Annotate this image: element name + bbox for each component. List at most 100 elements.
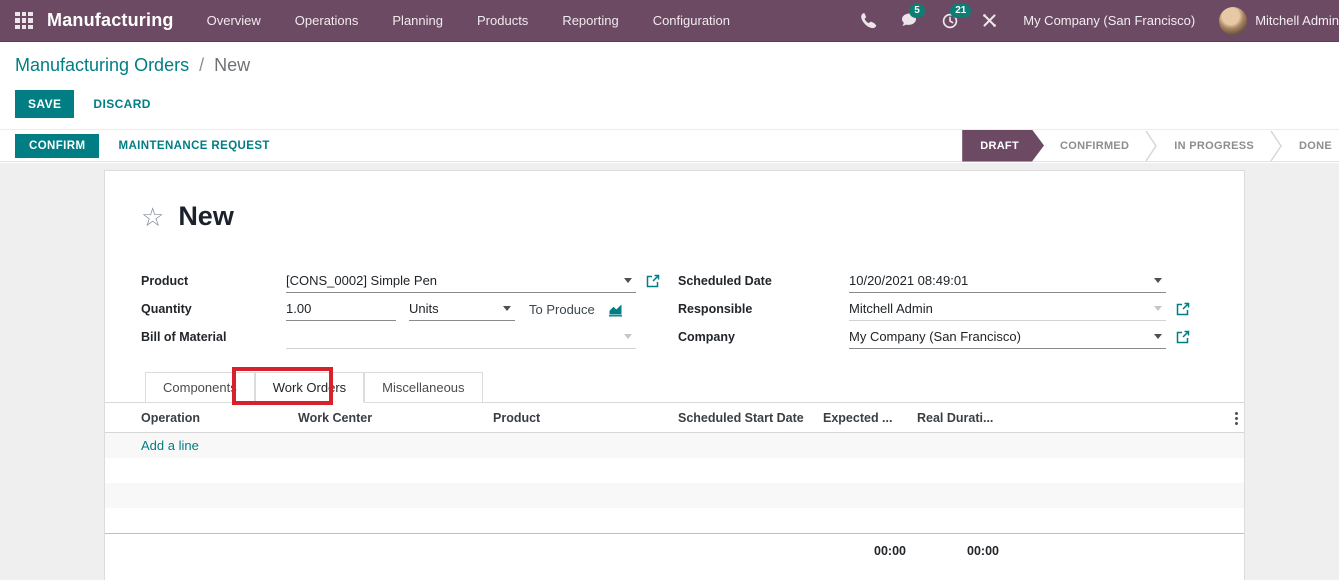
activities-clock-icon[interactable]: 21 xyxy=(930,0,970,42)
chevron-down-icon[interactable] xyxy=(503,306,511,311)
save-button[interactable]: SAVE xyxy=(15,90,74,118)
scheduled-date-row: Scheduled Date 10/20/2021 08:49:01 xyxy=(678,267,1223,295)
discard-button[interactable]: DISCARD xyxy=(93,97,150,111)
workorders-table-header: Operation Work Center Product Scheduled … xyxy=(105,404,1244,433)
chevron-down-icon[interactable] xyxy=(1154,278,1162,283)
form-right-column: Scheduled Date 10/20/2021 08:49:01 Respo… xyxy=(678,267,1223,351)
tab-components[interactable]: Components xyxy=(145,372,255,403)
content-area: ☆ New Product [CONS_0002] Simple Pen Qua… xyxy=(0,163,1339,580)
column-work-center[interactable]: Work Center xyxy=(298,411,372,425)
quantity-field[interactable]: 1.00 xyxy=(286,298,396,321)
tab-miscellaneous[interactable]: Miscellaneous xyxy=(364,372,482,403)
form-left-column: Product [CONS_0002] Simple Pen Quantity … xyxy=(141,267,661,351)
status-step-draft[interactable]: DRAFT xyxy=(962,130,1044,162)
company-external-link-icon[interactable] xyxy=(1176,330,1190,344)
product-row: Product [CONS_0002] Simple Pen xyxy=(141,267,661,295)
status-step-confirmed[interactable]: CONFIRMED xyxy=(1044,130,1145,162)
form-statusbar: CONFIRM MAINTENANCE REQUEST DRAFT CONFIR… xyxy=(0,129,1339,162)
responsible-value[interactable]: Mitchell Admin xyxy=(849,301,1148,316)
chevron-down-icon[interactable] xyxy=(1154,306,1162,311)
bom-label: Bill of Material xyxy=(141,330,286,344)
uom-field[interactable]: Units xyxy=(409,298,515,321)
scheduled-date-label: Scheduled Date xyxy=(678,274,849,288)
systray: 5 21 My Company (San Francisco) Mitchell… xyxy=(849,0,1339,42)
company-label: Company xyxy=(678,330,849,344)
breadcrumb: Manufacturing Orders / New xyxy=(15,55,250,76)
maintenance-request-button[interactable]: MAINTENANCE REQUEST xyxy=(118,140,269,152)
uom-value[interactable]: Units xyxy=(409,301,497,316)
tools-icon[interactable] xyxy=(970,0,1009,42)
forecast-graph-icon[interactable] xyxy=(608,302,624,317)
quantity-value[interactable]: 1.00 xyxy=(286,301,396,316)
favorite-star-icon[interactable]: ☆ xyxy=(141,204,164,230)
product-external-link-icon[interactable] xyxy=(646,274,660,288)
workorders-totals-row: 00:00 00:00 xyxy=(105,533,1244,580)
to-produce-label: To Produce xyxy=(529,302,595,317)
messages-icon[interactable]: 5 xyxy=(889,0,930,42)
bom-field[interactable] xyxy=(286,326,636,349)
nav-item-overview[interactable]: Overview xyxy=(190,0,278,42)
top-navbar: Manufacturing Overview Operations Planni… xyxy=(0,0,1339,42)
breadcrumb-current: New xyxy=(214,55,250,75)
main-menu: Overview Operations Planning Products Re… xyxy=(190,0,747,42)
phone-icon[interactable] xyxy=(849,0,889,42)
form-sheet: ☆ New Product [CONS_0002] Simple Pen Qua… xyxy=(104,170,1245,580)
product-field[interactable]: [CONS_0002] Simple Pen xyxy=(286,270,636,293)
nav-item-reporting[interactable]: Reporting xyxy=(545,0,635,42)
table-row xyxy=(105,458,1244,483)
app-name[interactable]: Manufacturing xyxy=(47,10,174,31)
nav-item-planning[interactable]: Planning xyxy=(375,0,460,42)
table-row xyxy=(105,483,1244,508)
user-menu[interactable]: Mitchell Admin xyxy=(1255,13,1339,28)
responsible-label: Responsible xyxy=(678,302,849,316)
breadcrumb-parent-link[interactable]: Manufacturing Orders xyxy=(15,55,189,75)
record-title: New xyxy=(178,201,234,232)
nav-item-operations[interactable]: Operations xyxy=(278,0,376,42)
bom-row: Bill of Material xyxy=(141,323,661,351)
status-step-done[interactable]: DONE xyxy=(1283,130,1339,162)
scheduled-date-field[interactable]: 10/20/2021 08:49:01 xyxy=(849,270,1166,293)
company-switcher[interactable]: My Company (San Francisco) xyxy=(1009,13,1211,28)
responsible-external-link-icon[interactable] xyxy=(1176,302,1190,316)
nav-item-products[interactable]: Products xyxy=(460,0,545,42)
notebook-tabs: Components Work Orders Miscellaneous xyxy=(105,371,1244,403)
real-duration-total: 00:00 xyxy=(914,544,999,558)
column-product[interactable]: Product xyxy=(493,411,540,425)
chevron-down-icon[interactable] xyxy=(624,278,632,283)
product-value[interactable]: [CONS_0002] Simple Pen xyxy=(286,273,618,288)
column-expected-duration[interactable]: Expected ... xyxy=(823,411,892,425)
status-step-in-progress[interactable]: IN PROGRESS xyxy=(1158,130,1270,162)
chevron-down-icon[interactable] xyxy=(624,334,632,339)
column-scheduled-start-date[interactable]: Scheduled Start Date xyxy=(678,411,804,425)
apps-menu-icon[interactable] xyxy=(15,12,33,30)
company-row: Company My Company (San Francisco) xyxy=(678,323,1223,351)
activities-badge: 21 xyxy=(950,4,971,18)
workorders-rows: Add a line xyxy=(105,433,1244,533)
quantity-row: Quantity 1.00 Units To Produce xyxy=(141,295,661,323)
responsible-row: Responsible Mitchell Admin xyxy=(678,295,1223,323)
add-a-line-link[interactable]: Add a line xyxy=(105,438,199,453)
quantity-label: Quantity xyxy=(141,302,286,316)
confirm-button[interactable]: CONFIRM xyxy=(15,134,99,158)
breadcrumb-separator: / xyxy=(194,55,209,75)
table-row xyxy=(105,508,1244,533)
company-field[interactable]: My Company (San Francisco) xyxy=(849,326,1166,349)
messages-badge: 5 xyxy=(909,4,925,18)
chevron-separator-icon xyxy=(1270,130,1283,162)
column-operation[interactable]: Operation xyxy=(141,411,200,425)
responsible-field[interactable]: Mitchell Admin xyxy=(849,298,1166,321)
nav-item-configuration[interactable]: Configuration xyxy=(636,0,747,42)
control-panel-buttons: SAVE DISCARD xyxy=(15,90,151,118)
table-row: Add a line xyxy=(105,433,1244,458)
chevron-separator-icon xyxy=(1145,130,1158,162)
status-pipeline: DRAFT CONFIRMED IN PROGRESS DONE xyxy=(962,130,1339,162)
scheduled-date-value[interactable]: 10/20/2021 08:49:01 xyxy=(849,273,1148,288)
expected-duration-total: 00:00 xyxy=(819,544,906,558)
chevron-down-icon[interactable] xyxy=(1154,334,1162,339)
company-value[interactable]: My Company (San Francisco) xyxy=(849,329,1148,344)
tab-work-orders[interactable]: Work Orders xyxy=(255,372,364,403)
avatar[interactable] xyxy=(1219,7,1247,35)
column-real-duration[interactable]: Real Durati... xyxy=(917,411,993,425)
optional-columns-icon[interactable] xyxy=(1231,411,1242,426)
product-label: Product xyxy=(141,274,286,288)
